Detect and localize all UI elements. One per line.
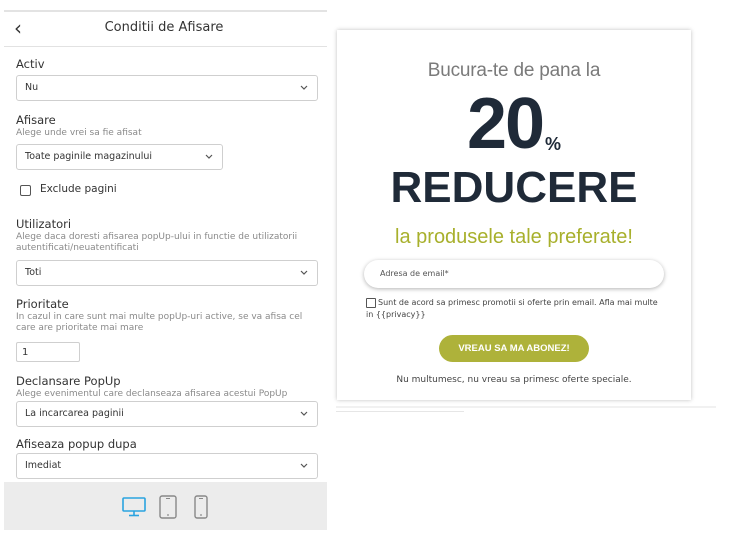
tablet-icon[interactable] xyxy=(159,495,177,519)
field-label: Prioritate xyxy=(16,297,69,311)
popup-heading: Bucura-te de pana la xyxy=(427,60,601,81)
mobile-icon[interactable] xyxy=(194,495,208,519)
field-label: Afiseaza popup dupa xyxy=(16,437,137,451)
field-afiseaza-dupa: Afiseaza popup dupa xyxy=(16,437,318,451)
popup-discount-title: REDUCERE xyxy=(390,163,638,212)
select-value: La incarcarea paginii xyxy=(25,408,124,419)
field-declansare: Declansare PopUp Alege evenimentul care … xyxy=(16,374,318,400)
display-conditions-panel: ‹ Conditii de Afisare Activ Nu Afisare A… xyxy=(4,10,327,534)
chevron-down-icon xyxy=(300,270,308,275)
select-value: Imediat xyxy=(25,460,62,471)
desktop-icon[interactable] xyxy=(122,497,146,517)
field-utilizatori: Utilizatori Alege daca doresti afisarea … xyxy=(16,217,318,254)
decline-link[interactable]: Nu multumesc, nu vreau sa primesc oferte… xyxy=(337,375,691,385)
chevron-left-icon[interactable]: ‹ xyxy=(14,15,36,41)
email-input[interactable]: Adresa de email* xyxy=(364,260,664,288)
panel-header: ‹ Conditii de Afisare xyxy=(4,12,327,47)
field-label: Afisare xyxy=(16,113,56,127)
popup-preview: Bucura-te de pana la 20% REDUCERE la pro… xyxy=(337,30,691,400)
percent-sign: % xyxy=(545,134,562,154)
afiseaza-dupa-select[interactable]: Imediat xyxy=(16,453,318,479)
field-help: Alege unde vrei sa fie afisat xyxy=(16,128,142,138)
popup-discount-amount: 20% xyxy=(337,84,691,164)
field-activ: Activ xyxy=(16,57,318,71)
field-afisare: Afisare Alege unde vrei sa fie afisat xyxy=(16,113,318,139)
field-label: Utilizatori xyxy=(16,217,72,231)
preview-divider xyxy=(336,406,716,408)
preview-divider xyxy=(336,411,464,412)
chevron-down-icon xyxy=(205,154,213,159)
discount-number: 20 xyxy=(466,84,545,164)
subscribe-button[interactable]: VREAU SA MA ABONEZ! xyxy=(439,335,589,362)
checkbox-box[interactable] xyxy=(20,185,31,196)
chevron-down-icon xyxy=(300,85,308,90)
select-value: Toti xyxy=(25,267,42,278)
select-value: Nu xyxy=(25,82,39,93)
field-help: In cazul in care sunt mai multe popUp-ur… xyxy=(16,312,303,333)
consent-text: Sunt de acord sa primesc promotii si ofe… xyxy=(366,298,658,319)
declansare-select[interactable]: La incarcarea paginii xyxy=(16,401,318,427)
priority-input[interactable] xyxy=(16,342,80,362)
field-label: Activ xyxy=(16,57,45,71)
chevron-down-icon xyxy=(300,411,308,416)
panel-title: Conditii de Afisare xyxy=(104,20,224,35)
email-placeholder: Adresa de email* xyxy=(380,269,449,278)
activ-select[interactable]: Nu xyxy=(16,75,318,101)
field-label: Declansare PopUp xyxy=(16,374,121,388)
device-preview-bar xyxy=(4,482,327,530)
afisare-select[interactable]: Toate paginile magazinului xyxy=(16,144,223,170)
checkbox-label: Exclude pagini xyxy=(40,183,117,195)
popup-subheading: la produsele tale preferate! xyxy=(395,226,633,248)
chevron-down-icon xyxy=(300,463,308,468)
field-help: Alege daca doresti afisarea popUp-ului i… xyxy=(16,232,298,253)
utilizatori-select[interactable]: Toti xyxy=(16,260,318,286)
field-help: Alege evenimentul care declanseaza afisa… xyxy=(16,389,288,399)
field-prioritate: Prioritate In cazul in care sunt mai mul… xyxy=(16,297,318,334)
select-value: Toate paginile magazinului xyxy=(25,151,152,162)
